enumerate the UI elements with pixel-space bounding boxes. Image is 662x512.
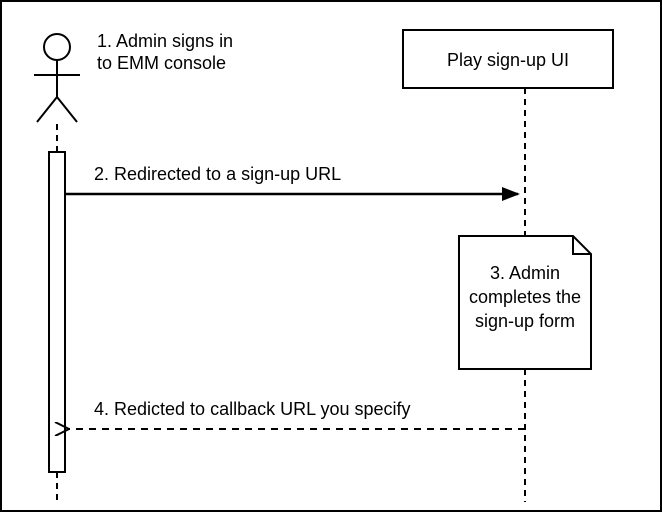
step1-line1: 1. Admin signs in xyxy=(97,31,233,51)
step1-line2: to EMM console xyxy=(97,53,226,73)
diagram-svg: 1. Admin signs in to EMM console Play si… xyxy=(2,2,662,512)
step2-label: 2. Redirected to a sign-up URL xyxy=(94,164,341,184)
sequence-diagram: { "step1_line1": "1. Admin signs in", "s… xyxy=(0,0,662,512)
step3-line1: 3. Admin xyxy=(490,263,560,283)
step4-label: 4. Redicted to callback URL you specify xyxy=(94,399,411,419)
participant-play-label: Play sign-up UI xyxy=(447,50,569,70)
step3-line2: completes the xyxy=(469,287,581,307)
actor-admin-icon xyxy=(34,34,80,122)
step3-line3: sign-up form xyxy=(475,311,575,331)
actor-activation-bar xyxy=(49,152,65,472)
